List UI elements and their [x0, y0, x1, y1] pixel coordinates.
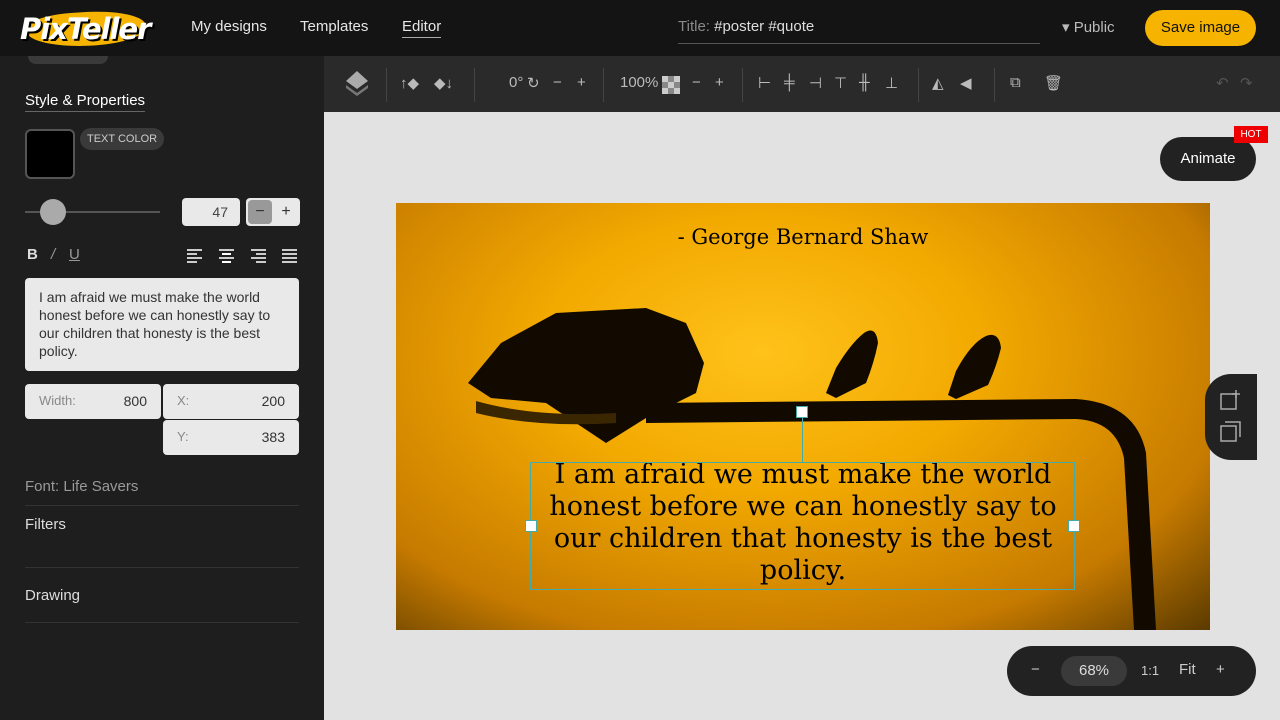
rotation-value: 0° — [509, 74, 524, 91]
width-field[interactable]: Width: 800 — [25, 384, 161, 419]
zoom-fit-button[interactable]: Fit — [1179, 661, 1196, 678]
rotate-increase-icon[interactable]: + — [577, 74, 586, 91]
title-value[interactable]: #poster #quote — [714, 18, 814, 35]
pixteller-logo[interactable]: PixTeller — [20, 7, 151, 51]
zoom-out-icon[interactable]: − — [1031, 661, 1040, 678]
y-field[interactable]: Y: 383 — [163, 420, 299, 455]
opacity-increase-icon[interactable]: + — [715, 74, 724, 91]
font-selector[interactable]: Font: Life Savers — [25, 478, 299, 506]
rotate-decrease-icon[interactable]: − — [553, 74, 562, 91]
font-size-input[interactable]: 47 — [182, 198, 240, 226]
nav-editor[interactable]: Editor — [402, 18, 442, 38]
duplicate-icon[interactable]: ⧉ — [1010, 74, 1021, 91]
save-image-button[interactable]: Save image — [1145, 10, 1256, 46]
align-horizontal-center-icon[interactable]: ╪ — [784, 74, 795, 91]
properties-sidebar: Style & Properties TEXT COLOR 47 − + B /… — [0, 56, 324, 720]
duplicate-page-icon[interactable] — [1220, 421, 1242, 443]
collapsed-tab[interactable] — [28, 56, 108, 64]
toolbar-separator — [918, 68, 919, 102]
italic-button[interactable]: / — [51, 246, 55, 263]
rotate-handle[interactable] — [796, 406, 808, 418]
toolbar-separator — [742, 68, 743, 102]
send-backward-icon[interactable]: ◆↓ — [434, 74, 453, 92]
delete-icon[interactable]: 🗑 — [1044, 74, 1063, 92]
font-size-slider-knob[interactable] — [40, 199, 66, 225]
zoom-level[interactable]: 68% — [1061, 656, 1127, 686]
zoom-actual-size-button[interactable]: 1:1 — [1141, 663, 1159, 678]
redo-icon[interactable]: ↷ — [1240, 74, 1253, 92]
y-value[interactable]: 383 — [262, 429, 285, 445]
transparency-icon[interactable] — [662, 76, 680, 94]
toolbar-separator — [603, 68, 604, 102]
text-content-input[interactable]: I am afraid we must make the world hones… — [25, 278, 299, 371]
font-size-stepper: − + — [246, 198, 300, 226]
y-label: Y: — [177, 429, 189, 444]
rotate-icon[interactable]: ↻ — [527, 74, 540, 92]
hot-badge: HOT — [1234, 126, 1268, 143]
decrease-size-button[interactable]: − — [248, 200, 272, 224]
zoom-in-icon[interactable]: + — [1216, 661, 1225, 678]
animate-button[interactable]: Animate — [1160, 137, 1256, 181]
title-label: Title: — [678, 18, 710, 35]
visibility-dropdown[interactable]: ▾ Public — [1062, 18, 1115, 36]
align-top-edge-icon[interactable]: ⊤ — [834, 74, 847, 92]
opacity-value: 100% — [620, 74, 659, 91]
rotation-line — [802, 418, 803, 462]
increase-size-button[interactable]: + — [274, 200, 298, 224]
x-field[interactable]: X: 200 — [163, 384, 299, 419]
layers-icon[interactable] — [344, 69, 370, 99]
align-justify-icon[interactable] — [282, 249, 297, 263]
selection-box — [530, 462, 1075, 590]
align-bottom-edge-icon[interactable]: ⊥ — [885, 74, 898, 92]
resize-handle-left[interactable] — [525, 520, 537, 532]
nav-my-designs[interactable]: My designs — [191, 18, 267, 35]
flip-horizontal-icon[interactable]: ◭ — [932, 74, 944, 92]
width-value[interactable]: 800 — [124, 393, 147, 409]
quote-author-text[interactable]: - George Bernard Shaw — [396, 225, 1210, 249]
text-color-label: TEXT COLOR — [80, 128, 165, 150]
x-value[interactable]: 200 — [262, 393, 285, 409]
x-label: X: — [177, 393, 190, 408]
bold-button[interactable]: B — [27, 246, 38, 263]
text-color-swatch[interactable] — [25, 129, 75, 179]
opacity-decrease-icon[interactable]: − — [692, 74, 701, 91]
undo-icon[interactable]: ↶ — [1216, 74, 1229, 92]
align-center-icon[interactable] — [219, 249, 234, 263]
bring-forward-icon[interactable]: ↑◆ — [400, 74, 419, 92]
align-right-edge-icon[interactable]: ⊣ — [809, 74, 822, 92]
toolbar-separator — [994, 68, 995, 102]
align-vertical-center-icon[interactable]: ╫ — [859, 74, 870, 91]
side-tools-panel — [1205, 374, 1257, 460]
design-title-field[interactable]: Title: #poster #quote — [678, 14, 1040, 44]
underline-button[interactable]: U — [69, 246, 80, 263]
toolbar-separator — [474, 68, 475, 102]
zoom-control: − 68% 1:1 Fit + — [1007, 646, 1256, 696]
toolbar-separator — [386, 68, 387, 102]
width-label: Width: — [39, 393, 76, 408]
align-left-icon[interactable] — [187, 249, 202, 263]
filters-section[interactable]: Filters — [25, 516, 299, 568]
font-label: Font: — [25, 478, 60, 495]
resize-handle-right[interactable] — [1068, 520, 1080, 532]
editor-toolbar: ↑◆ ◆↓ 0° ↻ − + 100% − + ⊢ ╪ ⊣ ⊤ ╫ ⊥ ◭ ◀ … — [324, 56, 1280, 112]
font-value: Life Savers — [63, 478, 139, 495]
nav-templates[interactable]: Templates — [300, 18, 368, 35]
style-properties-title: Style & Properties — [25, 92, 146, 112]
align-left-edge-icon[interactable]: ⊢ — [758, 74, 771, 92]
top-navbar: PixTeller My designs Templates Editor Ti… — [0, 0, 1280, 56]
flip-vertical-icon[interactable]: ◀ — [960, 74, 972, 92]
add-page-icon[interactable] — [1220, 389, 1242, 411]
drawing-section[interactable]: Drawing — [25, 587, 299, 623]
logo-text: PixTeller — [20, 12, 151, 46]
align-right-icon[interactable] — [251, 249, 266, 263]
